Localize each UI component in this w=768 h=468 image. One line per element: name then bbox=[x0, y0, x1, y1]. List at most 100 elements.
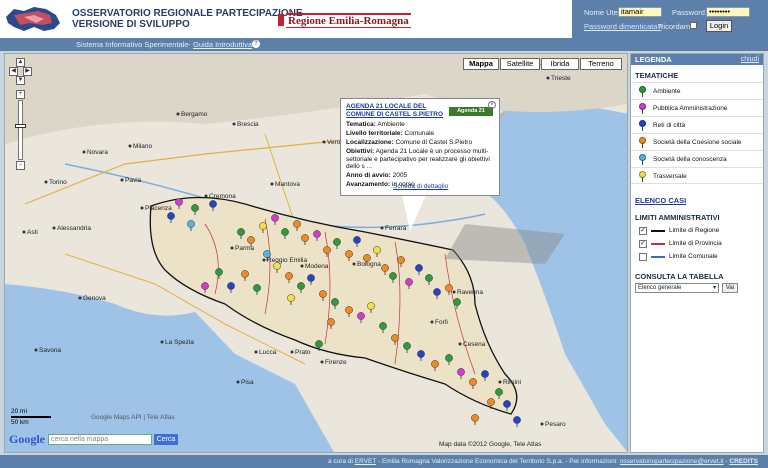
limits-title: LIMITI AMMINISTRATIVI bbox=[635, 213, 720, 222]
map-type-mappa[interactable]: Mappa bbox=[463, 58, 499, 70]
limit-label: Limite di Provincia bbox=[669, 240, 722, 247]
city-label: Firenze bbox=[325, 359, 347, 366]
legend-item-trasversale[interactable]: Trasversale bbox=[631, 167, 763, 184]
page-footer: a cura di ERVET - Emilia Romagna Valoriz… bbox=[0, 455, 768, 468]
legend-item-conoscenza[interactable]: Società della conoscenza bbox=[631, 150, 763, 167]
city-label: Pisa bbox=[241, 379, 254, 386]
guide-link[interactable]: Guida Introduttiva bbox=[193, 40, 252, 49]
help-icon[interactable]: ? bbox=[252, 40, 260, 48]
detail-link[interactable]: Scheda di dettaglio bbox=[393, 183, 448, 190]
limit-regione-checkbox[interactable]: ✓ bbox=[639, 227, 647, 235]
legend-title: LEGENDA bbox=[635, 55, 672, 64]
username-input[interactable]: itamair bbox=[618, 7, 662, 17]
zoom-slider-handle[interactable] bbox=[15, 124, 26, 128]
city-label: Cesena bbox=[463, 341, 486, 348]
map-marker-icon[interactable] bbox=[513, 416, 521, 427]
remember-me-checkbox[interactable] bbox=[690, 22, 697, 29]
pan-left-icon[interactable]: ◀ bbox=[9, 67, 18, 76]
map-search-input[interactable]: cerca nella mappa bbox=[48, 433, 152, 445]
map-type-terreno[interactable]: Terreno bbox=[580, 58, 622, 70]
city-label: Piacenza bbox=[145, 205, 172, 212]
legend-item-label: Pubblica Amministrazione bbox=[653, 105, 728, 112]
zoom-slider[interactable] bbox=[18, 100, 23, 160]
region-logo bbox=[6, 7, 60, 31]
map-canvas[interactable]: MilanoBergamoBresciaVeronaVicenzaPadovaV… bbox=[4, 53, 628, 453]
ervet-link[interactable]: ERVET bbox=[355, 458, 376, 465]
legend-item-pubblica-amministrazione[interactable]: Pubblica Amministrazione bbox=[631, 99, 763, 116]
popup-row: Obiettivi: Agenda 21 Locale è un process… bbox=[346, 148, 490, 170]
themes-title: TEMATICHE bbox=[635, 71, 679, 80]
table-select[interactable]: Elenco generale ▾ bbox=[635, 283, 719, 293]
map-graphics: MilanoBergamoBresciaVeronaVicenzaPadovaV… bbox=[5, 54, 627, 452]
popup-row: Livello territoriale: Comunale bbox=[346, 130, 435, 137]
region-brand[interactable]: Regione Emilia-Romagna bbox=[278, 12, 411, 28]
limit-provincia-checkbox[interactable]: ✓ bbox=[639, 240, 647, 248]
map-scale: 20 mi 50 km bbox=[11, 408, 51, 426]
credits-link[interactable]: CREDITS bbox=[729, 458, 758, 465]
city-dot bbox=[320, 360, 324, 364]
city-dot bbox=[160, 340, 164, 344]
legend-item-reti-di-citta[interactable]: Reti di città bbox=[631, 116, 763, 133]
limit-regione[interactable]: ✓ Limite di Regione bbox=[631, 225, 763, 238]
zoom-out-icon[interactable]: − bbox=[16, 161, 25, 170]
map-type-satellite[interactable]: Satellite bbox=[500, 58, 540, 70]
email-link[interactable]: osservatoriopartecipazione@ervet.it bbox=[620, 458, 724, 465]
limit-line-icon bbox=[651, 230, 665, 232]
city-dot bbox=[236, 380, 240, 384]
city-label: Novara bbox=[87, 149, 108, 156]
table-go-button[interactable]: Vai bbox=[722, 283, 738, 293]
map-type-ibrida[interactable]: Ibrida bbox=[541, 58, 579, 70]
city-dot bbox=[430, 320, 434, 324]
legend-close-link[interactable]: chiudi bbox=[741, 54, 759, 65]
city-dot bbox=[140, 206, 144, 210]
map-navigation-control: ▲ ◀ ▶ ▼ + − bbox=[9, 58, 32, 178]
limit-line-icon bbox=[651, 243, 665, 245]
footer-text: a cura di ERVET - Emilia Romagna Valoriz… bbox=[328, 458, 758, 465]
city-dot bbox=[52, 226, 56, 230]
city-label: Mantova bbox=[275, 181, 300, 188]
password-input[interactable]: •••••••• bbox=[706, 7, 750, 17]
city-dot bbox=[546, 76, 550, 80]
legend-item-label: Società della conoscenza bbox=[653, 156, 727, 163]
legend-item-label: Reti di città bbox=[653, 122, 686, 129]
city-dot bbox=[458, 342, 462, 346]
city-label: Alessandria bbox=[57, 225, 91, 232]
pan-up-icon[interactable]: ▲ bbox=[16, 58, 25, 67]
info-popup: AGENDA 21 LOCALE DEL COMUNE DI CASTEL S.… bbox=[340, 98, 500, 196]
legend-item-coesione-sociale[interactable]: Società della Coesione sociale bbox=[631, 133, 763, 150]
limit-comunale[interactable]: Limite Comunale bbox=[631, 251, 763, 264]
page-header: OSSERVATORIO REGIONALE PARTECIPAZIONE VE… bbox=[0, 0, 768, 38]
close-icon[interactable]: × bbox=[488, 101, 496, 109]
city-dot bbox=[300, 264, 304, 268]
city-dot bbox=[322, 140, 326, 144]
city-label: La Spezia bbox=[165, 339, 194, 346]
pan-down-icon[interactable]: ▼ bbox=[16, 76, 25, 85]
limit-comunale-checkbox[interactable] bbox=[639, 253, 647, 261]
city-dot bbox=[254, 350, 258, 354]
legend-item-ambiente[interactable]: Ambiente bbox=[631, 82, 763, 99]
limit-provincia[interactable]: ✓ Limite di Provincia bbox=[631, 238, 763, 251]
city-label: Bergamo bbox=[181, 111, 208, 118]
map-search-button[interactable]: Cerca bbox=[154, 433, 178, 445]
popup-details: Tematica: Ambiente Livello territoriale:… bbox=[346, 121, 494, 189]
cases-list-link[interactable]: ELENCO CASI bbox=[635, 196, 686, 205]
city-label: Reggio Emilia bbox=[267, 257, 307, 264]
city-label: Savona bbox=[39, 347, 61, 354]
city-label: Modena bbox=[305, 263, 329, 270]
zoom-in-icon[interactable]: + bbox=[16, 90, 25, 99]
limit-label: Limite Comunale bbox=[669, 253, 718, 260]
password-label: Password bbox=[672, 8, 705, 17]
city-label: Rimini bbox=[503, 379, 521, 386]
forgot-password-link[interactable]: Password dimenticata? bbox=[584, 22, 662, 31]
popup-row: Localizzazione: Comune di Castel S.Pietr… bbox=[346, 139, 473, 146]
city-dot bbox=[78, 296, 82, 300]
map-search-box: Google cerca nella mappa Cerca bbox=[9, 432, 185, 446]
pan-right-icon[interactable]: ▶ bbox=[23, 67, 32, 76]
popup-title-link[interactable]: AGENDA 21 LOCALE DEL COMUNE DI CASTEL S.… bbox=[346, 103, 446, 118]
city-dot bbox=[34, 348, 38, 352]
city-dot bbox=[120, 178, 124, 182]
city-label: Bologna bbox=[357, 261, 381, 268]
login-button[interactable]: Login bbox=[706, 20, 732, 32]
city-dot bbox=[176, 112, 180, 116]
page-title: OSSERVATORIO REGIONALE PARTECIPAZIONE bbox=[72, 8, 303, 19]
